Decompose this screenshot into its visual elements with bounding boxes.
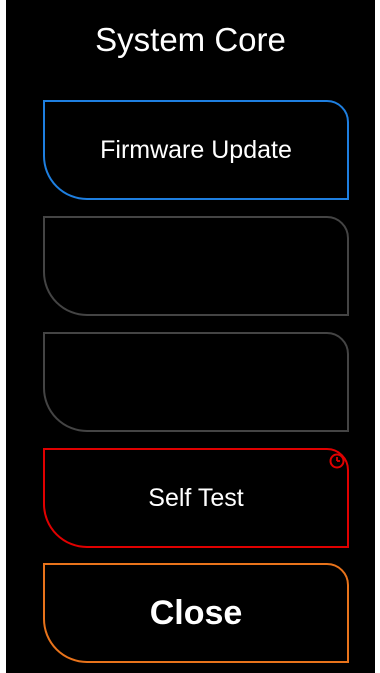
empty-slot-button-1[interactable] bbox=[43, 216, 349, 316]
firmware-update-button[interactable]: Firmware Update bbox=[43, 100, 349, 200]
close-button[interactable]: Close bbox=[43, 563, 349, 663]
firmware-update-label: Firmware Update bbox=[100, 135, 292, 164]
clock-icon bbox=[329, 453, 345, 469]
self-test-button[interactable]: Self Test bbox=[43, 448, 349, 548]
close-label: Close bbox=[149, 593, 243, 632]
system-core-panel: System Core Firmware Update Self Test Cl… bbox=[6, 0, 375, 673]
panel-title: System Core bbox=[95, 21, 286, 58]
self-test-label: Self Test bbox=[148, 483, 244, 512]
empty-slot-button-2[interactable] bbox=[43, 332, 349, 432]
